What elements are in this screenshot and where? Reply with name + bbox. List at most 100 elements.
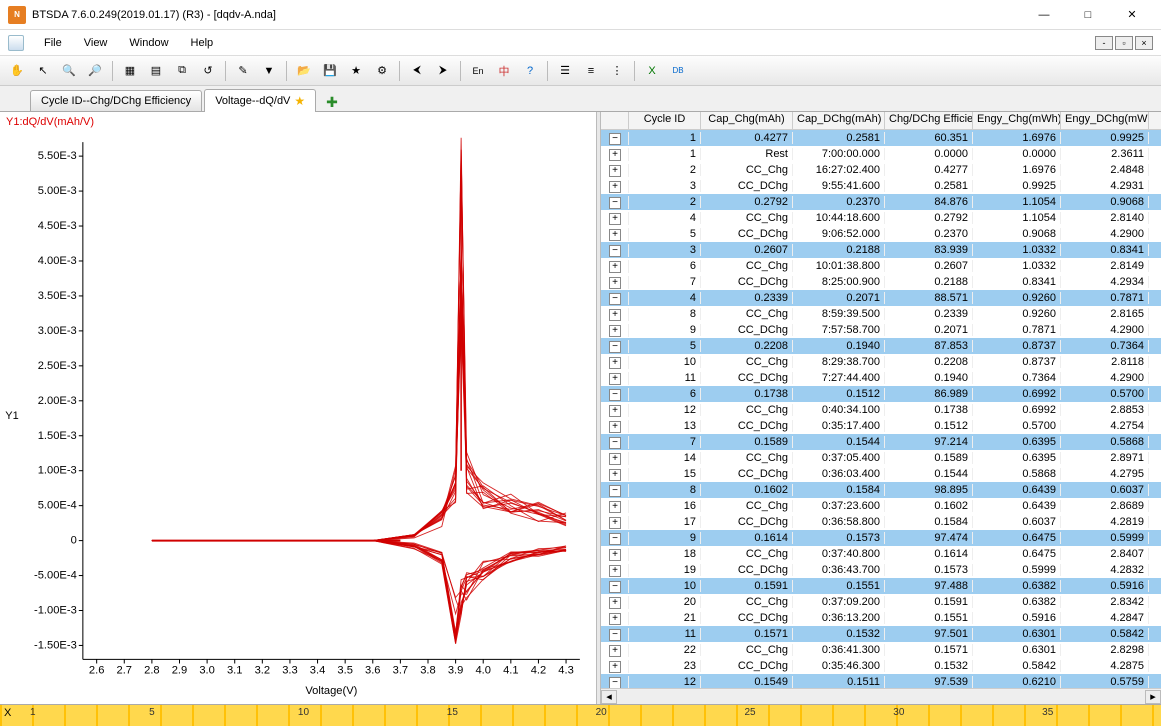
mdi-close-button[interactable]: × bbox=[1135, 36, 1153, 50]
detail-view-icon[interactable]: ≡ bbox=[580, 60, 602, 82]
table-row[interactable]: +15CC_DChg0:36:03.4000.15440.58684.2795 bbox=[601, 466, 1161, 482]
table-row[interactable]: −10.42770.258160.3511.69760.9925 bbox=[601, 130, 1161, 146]
expand-icon[interactable]: + bbox=[609, 565, 621, 577]
restore-icon[interactable]: ↺ bbox=[197, 60, 219, 82]
expander-cell[interactable]: + bbox=[601, 372, 629, 385]
zoom-in-icon[interactable]: 🔍 bbox=[58, 60, 80, 82]
collapse-icon[interactable]: − bbox=[609, 245, 621, 257]
table-row[interactable]: +22CC_Chg0:36:41.3000.15710.63012.8298 bbox=[601, 642, 1161, 658]
layout-icon[interactable]: ▤ bbox=[145, 60, 167, 82]
expander-cell[interactable]: + bbox=[601, 468, 629, 481]
table-row[interactable]: −120.15490.151197.5390.62100.5759 bbox=[601, 674, 1161, 688]
scroll-left-icon[interactable]: ◂ bbox=[601, 690, 617, 704]
expander-cell[interactable]: + bbox=[601, 356, 629, 369]
expand-icon[interactable]: + bbox=[609, 373, 621, 385]
expand-icon[interactable]: + bbox=[609, 613, 621, 625]
export-data-icon[interactable]: DB bbox=[667, 60, 689, 82]
collapse-icon[interactable]: − bbox=[609, 581, 621, 593]
grid-header-eff[interactable]: Chg/DChg Efficiency bbox=[885, 112, 973, 129]
expand-icon[interactable]: + bbox=[609, 229, 621, 241]
menu-view[interactable]: View bbox=[74, 34, 118, 52]
expand-icon[interactable]: + bbox=[609, 597, 621, 609]
table-row[interactable]: +14CC_Chg0:37:05.4000.15890.63952.8971 bbox=[601, 450, 1161, 466]
expander-cell[interactable]: + bbox=[601, 612, 629, 625]
lang-cn-icon[interactable]: 中 bbox=[493, 60, 515, 82]
minimize-button[interactable]: — bbox=[1023, 2, 1065, 28]
expander-cell[interactable]: + bbox=[601, 148, 629, 161]
expander-cell[interactable]: − bbox=[601, 244, 629, 257]
compact-view-icon[interactable]: ⋮ bbox=[606, 60, 628, 82]
table-row[interactable]: +6CC_Chg10:01:38.8000.26071.03322.8149 bbox=[601, 258, 1161, 274]
scroll-track[interactable] bbox=[617, 690, 1145, 704]
expand-icon[interactable]: + bbox=[609, 453, 621, 465]
expander-cell[interactable]: + bbox=[601, 548, 629, 561]
table-row[interactable]: +9CC_DChg7:57:58.7000.20710.78714.2900 bbox=[601, 322, 1161, 338]
menu-file[interactable]: File bbox=[34, 34, 72, 52]
expander-cell[interactable]: + bbox=[601, 500, 629, 513]
expander-cell[interactable]: − bbox=[601, 676, 629, 689]
tab-efficiency[interactable]: Cycle ID--Chg/DChg Efficiency bbox=[30, 90, 202, 111]
table-view-icon[interactable]: ☰ bbox=[554, 60, 576, 82]
table-row[interactable]: −20.27920.237084.8761.10540.9068 bbox=[601, 194, 1161, 210]
table-row[interactable]: +4CC_Chg10:44:18.6000.27921.10542.8140 bbox=[601, 210, 1161, 226]
lang-en-icon[interactable]: En bbox=[467, 60, 489, 82]
table-row[interactable]: +10CC_Chg8:29:38.7000.22080.87372.8118 bbox=[601, 354, 1161, 370]
table-row[interactable]: −50.22080.194087.8530.87370.7364 bbox=[601, 338, 1161, 354]
table-row[interactable]: +23CC_DChg0:35:46.3000.15320.58424.2875 bbox=[601, 658, 1161, 674]
table-row[interactable]: +21CC_DChg0:36:13.2000.15510.59164.2847 bbox=[601, 610, 1161, 626]
save-icon[interactable]: 💾 bbox=[319, 60, 341, 82]
table-row[interactable]: −70.15890.154497.2140.63950.5868 bbox=[601, 434, 1161, 450]
table-row[interactable]: +8CC_Chg8:59:39.5000.23390.92602.8165 bbox=[601, 306, 1161, 322]
expand-icon[interactable]: + bbox=[609, 181, 621, 193]
filter-icon[interactable]: ▼ bbox=[258, 60, 280, 82]
expand-icon[interactable]: + bbox=[609, 149, 621, 161]
table-row[interactable]: −80.16020.158498.8950.64390.6037 bbox=[601, 482, 1161, 498]
expander-cell[interactable]: + bbox=[601, 452, 629, 465]
expander-cell[interactable]: − bbox=[601, 532, 629, 545]
expand-icon[interactable]: + bbox=[609, 421, 621, 433]
table-row[interactable]: +13CC_DChg0:35:17.4000.15120.57004.2754 bbox=[601, 418, 1161, 434]
expand-icon[interactable]: + bbox=[609, 549, 621, 561]
expander-cell[interactable]: + bbox=[601, 308, 629, 321]
grid-header-cycleid[interactable]: Cycle ID bbox=[629, 112, 701, 129]
hand-tool-icon[interactable]: ✋ bbox=[6, 60, 28, 82]
add-tab-button[interactable]: ✚ bbox=[326, 94, 338, 111]
expander-cell[interactable]: − bbox=[601, 580, 629, 593]
expander-cell[interactable]: − bbox=[601, 132, 629, 145]
table-row[interactable]: +17CC_DChg0:36:58.8000.15840.60374.2819 bbox=[601, 514, 1161, 530]
grid-header-capdchg[interactable]: Cap_DChg(mAh) bbox=[793, 112, 885, 129]
collapse-icon[interactable]: − bbox=[609, 133, 621, 145]
expander-cell[interactable]: − bbox=[601, 436, 629, 449]
expander-cell[interactable]: − bbox=[601, 484, 629, 497]
grid-body[interactable]: −10.42770.258160.3511.69760.9925+1Rest7:… bbox=[601, 130, 1161, 688]
expand-icon[interactable]: + bbox=[609, 213, 621, 225]
expander-cell[interactable]: + bbox=[601, 180, 629, 193]
prev-icon[interactable]: ⮜ bbox=[406, 60, 428, 82]
menu-window[interactable]: Window bbox=[119, 34, 178, 52]
collapse-icon[interactable]: − bbox=[609, 533, 621, 545]
maximize-button[interactable]: □ bbox=[1067, 2, 1109, 28]
expander-cell[interactable]: + bbox=[601, 596, 629, 609]
expand-icon[interactable]: + bbox=[609, 645, 621, 657]
expander-cell[interactable]: + bbox=[601, 660, 629, 673]
expander-cell[interactable]: − bbox=[601, 196, 629, 209]
table-row[interactable]: +16CC_Chg0:37:23.6000.16020.64392.8689 bbox=[601, 498, 1161, 514]
collapse-icon[interactable]: − bbox=[609, 437, 621, 449]
table-row[interactable]: +12CC_Chg0:40:34.1000.17380.69922.8853 bbox=[601, 402, 1161, 418]
collapse-icon[interactable]: − bbox=[609, 341, 621, 353]
grid-hscroll[interactable]: ◂ ▸ bbox=[601, 688, 1161, 704]
expander-cell[interactable]: + bbox=[601, 324, 629, 337]
expander-cell[interactable]: + bbox=[601, 420, 629, 433]
expand-icon[interactable]: + bbox=[609, 277, 621, 289]
expander-cell[interactable]: + bbox=[601, 644, 629, 657]
table-row[interactable]: −90.16140.157397.4740.64750.5999 bbox=[601, 530, 1161, 546]
table-row[interactable]: +3CC_DChg9:55:41.6000.25810.99254.2931 bbox=[601, 178, 1161, 194]
expand-icon[interactable]: + bbox=[609, 325, 621, 337]
table-row[interactable]: −100.15910.155197.4880.63820.5916 bbox=[601, 578, 1161, 594]
expand-icon[interactable]: + bbox=[609, 165, 621, 177]
expander-cell[interactable]: + bbox=[601, 276, 629, 289]
scroll-right-icon[interactable]: ▸ bbox=[1145, 690, 1161, 704]
expand-icon[interactable]: + bbox=[609, 517, 621, 529]
table-row[interactable]: +5CC_DChg9:06:52.0000.23700.90684.2900 bbox=[601, 226, 1161, 242]
mdi-restore-button[interactable]: ▫ bbox=[1115, 36, 1133, 50]
